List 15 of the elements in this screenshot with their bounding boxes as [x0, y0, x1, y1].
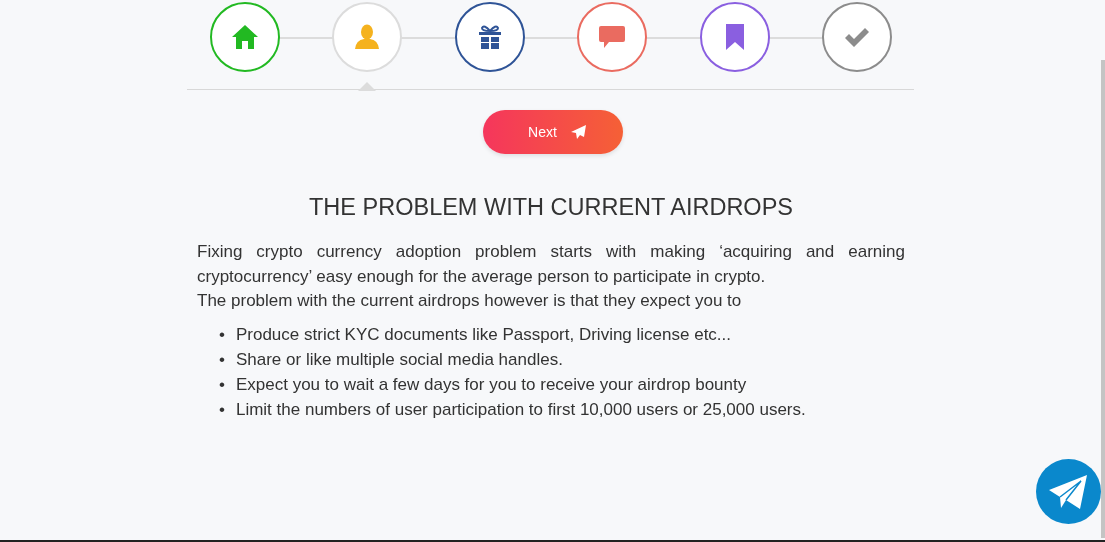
paper-plane-icon — [570, 125, 587, 139]
section-title: THE PROBLEM WITH CURRENT AIRDROPS — [308, 194, 794, 221]
bullet-item: Share or like multiple social media handles. — [235, 348, 563, 371]
scrollbar[interactable] — [1101, 60, 1105, 538]
next-button[interactable]: Next — [482, 110, 623, 154]
bullet-mark: • — [219, 398, 225, 421]
bullet-item: Expect you to wait a few days for you to receive your airdrop bounty — [235, 373, 747, 396]
telegram-button[interactable] — [1036, 459, 1101, 524]
paragraph: The problem with the current airdrops however is that they expect you to — [197, 290, 743, 312]
bullet-item: Produce strict KYC documents like Passport, Driving license etc... — [235, 323, 732, 346]
bullet-mark: • — [219, 373, 225, 396]
bullet-item: Limit the numbers of user participation to first 10,000 users or 25,000 users. — [235, 398, 806, 421]
bullet-mark: • — [219, 348, 225, 371]
paragraph: Fixing crypto currency adoption problem starts with making ‘acquiring and earning cryptocurrency’ easy enough for the average person to participate in crypto. — [197, 241, 905, 288]
bullet-mark: • — [219, 323, 225, 346]
